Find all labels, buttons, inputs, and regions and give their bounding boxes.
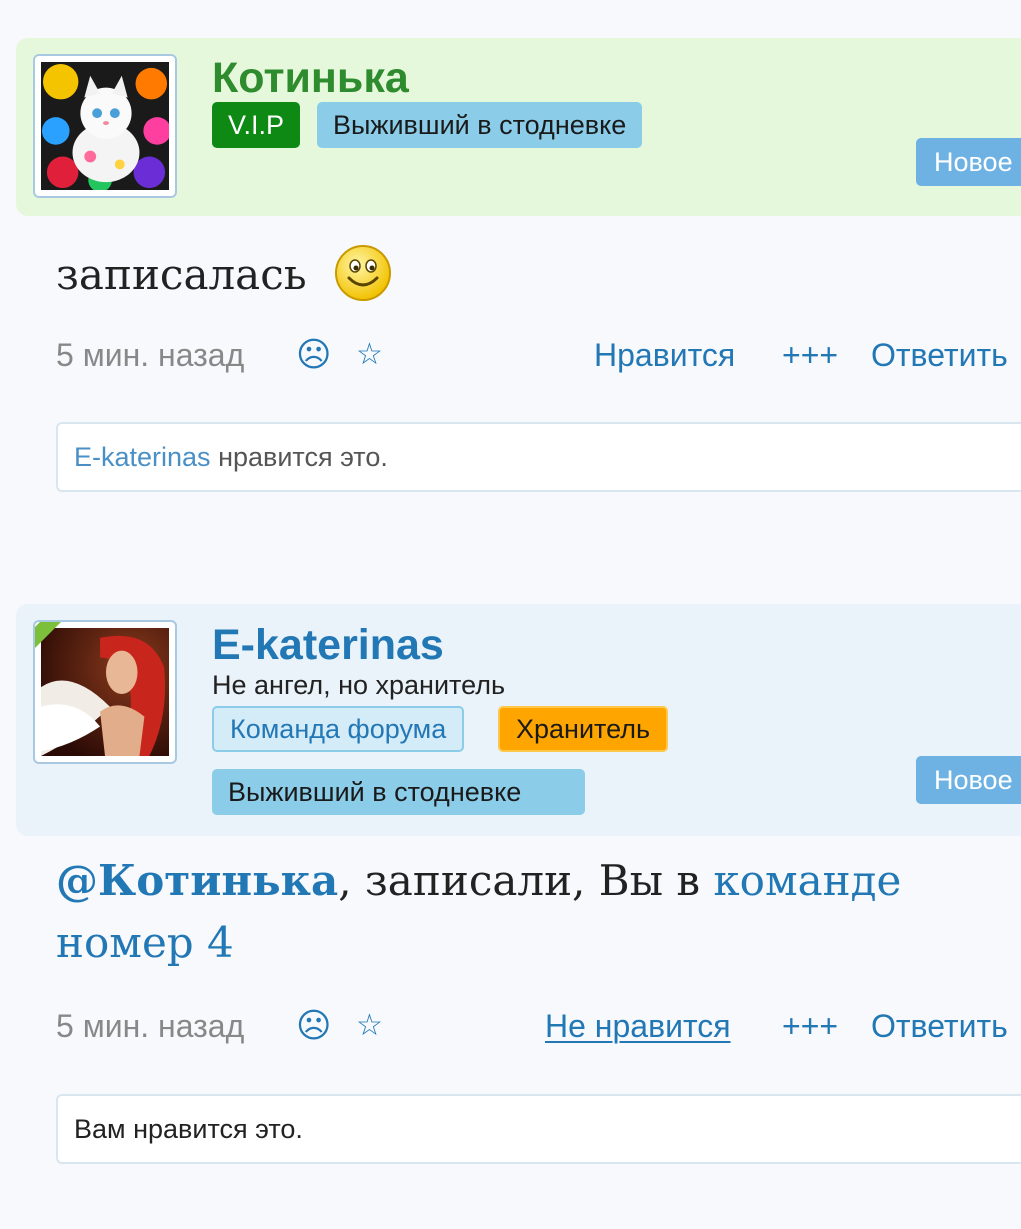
plus-button[interactable]: +++	[782, 333, 838, 377]
user-mention[interactable]: @Котинька	[56, 856, 338, 905]
angel-avatar-image	[41, 628, 169, 756]
post-message: записалась	[56, 244, 392, 312]
likes-summary: Вам нравится это.	[56, 1094, 1021, 1164]
post-time[interactable]: 5 мин. назад	[56, 333, 244, 377]
likes-text: нравится это.	[210, 442, 388, 472]
like-button[interactable]: Нравится	[594, 333, 735, 377]
avatar[interactable]	[33, 54, 177, 198]
post-time[interactable]: 5 мин. назад	[56, 1004, 244, 1048]
vip-badge: V.I.P	[212, 102, 301, 148]
star-icon[interactable]: ☆	[356, 1004, 383, 1048]
username[interactable]: E-katerinas	[212, 621, 444, 669]
plus-button[interactable]: +++	[782, 1004, 838, 1048]
survivor-badge: Выживший в стодневке	[317, 102, 643, 148]
post-meta: 5 мин. назад ☹ ☆ Не нравится +++ Ответит…	[56, 1004, 1021, 1048]
reply-button[interactable]: Ответить	[871, 333, 1008, 377]
post-message: @Котинька, записали, Вы в команде номер …	[56, 850, 976, 974]
team-number-link[interactable]: номер 4	[56, 918, 234, 967]
likes-summary: E-katerinas нравится это.	[56, 422, 1021, 492]
likes-text: Вам нравится это.	[74, 1114, 303, 1144]
dislike-icon[interactable]: ☹	[296, 333, 331, 377]
star-icon[interactable]: ☆	[356, 333, 383, 377]
kitten-avatar-image	[41, 62, 169, 190]
username[interactable]: Котинька	[212, 54, 409, 102]
new-badge: Новое	[916, 138, 1021, 186]
keeper-badge: Хранитель	[498, 706, 669, 752]
message-text: записалась	[56, 250, 307, 299]
dislike-icon[interactable]: ☹	[296, 1004, 331, 1048]
team-badge: Команда форума	[212, 706, 465, 752]
message-text: , записали, Вы в	[338, 856, 714, 905]
survivor-badge: Выживший в стодневке	[212, 769, 585, 815]
avatar[interactable]	[33, 620, 177, 764]
user-status: Не ангел, но хранитель	[212, 670, 506, 700]
smile-icon	[334, 244, 392, 312]
reply-button[interactable]: Ответить	[871, 1004, 1008, 1048]
new-badge: Новое	[916, 756, 1021, 804]
team-link[interactable]: команде	[713, 856, 901, 905]
unlike-button[interactable]: Не нравится	[545, 1004, 731, 1048]
likes-user-link[interactable]: E-katerinas	[74, 442, 211, 472]
post-meta: 5 мин. назад ☹ ☆ Нравится +++ Ответить	[56, 333, 1021, 377]
